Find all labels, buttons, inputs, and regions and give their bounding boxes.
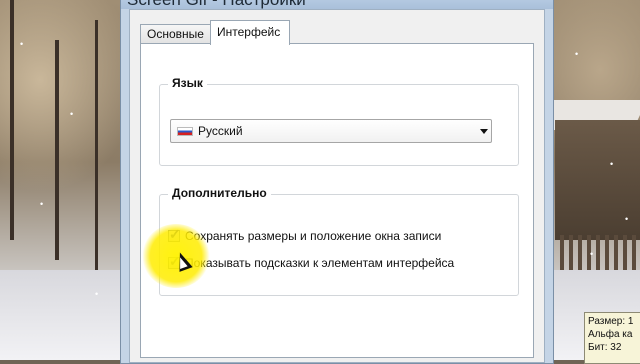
tree-trunk [55,40,59,260]
language-select-value: Русский [198,124,243,138]
option-label: Показывать подсказки к элементам интерфе… [185,256,455,270]
title-bar[interactable]: Screen Gif - Настройки [121,0,553,9]
tree-trunk [10,0,14,240]
option-label: Сохранять размеры и положение окна запис… [185,229,442,243]
russian-flag-icon [177,127,193,136]
tooltip-line: Бит: 32 [588,342,622,353]
window-client-area: Основные Интерфейс Язык Русский Дополнит… [129,9,545,363]
snowflake-icon: • [40,199,44,209]
language-group: Язык Русский [159,76,519,166]
extra-options-group-title: Дополнительно [168,186,271,200]
language-group-title: Язык [168,76,207,90]
language-select[interactable]: Русский [170,119,492,143]
tooltip-line: Размер: 1 [588,316,634,327]
snowflake-icon: • [20,39,24,49]
snowflake-icon: • [590,249,594,259]
checkbox[interactable]: ✓ [168,226,181,242]
tab-panel-interface: Язык Русский Дополнительно ✓ Сохранять р… [140,43,534,358]
tab-general[interactable]: Основные [140,24,212,43]
snowflake-icon: • [610,159,614,169]
extra-options-group: Дополнительно ✓ Сохранять размеры и поло… [159,186,519,296]
info-tooltip: Размер: 1 Альфа ка Бит: 32 [584,312,640,364]
chevron-down-icon [480,129,488,134]
snowflake-icon: • [575,49,579,59]
snowflake-icon: • [95,289,99,299]
tree-trunk [95,20,98,270]
tab-label: Основные [147,27,204,41]
snowflake-icon: • [625,214,629,224]
snowflake-icon: • [70,109,74,119]
tab-interface[interactable]: Интерфейс [210,20,290,45]
tab-label: Интерфейс [217,25,281,39]
settings-window: Screen Gif - Настройки Основные Интерфей… [120,0,554,364]
tooltip-line: Альфа ка [588,329,633,340]
checkmark-icon: ✓ [169,226,181,242]
